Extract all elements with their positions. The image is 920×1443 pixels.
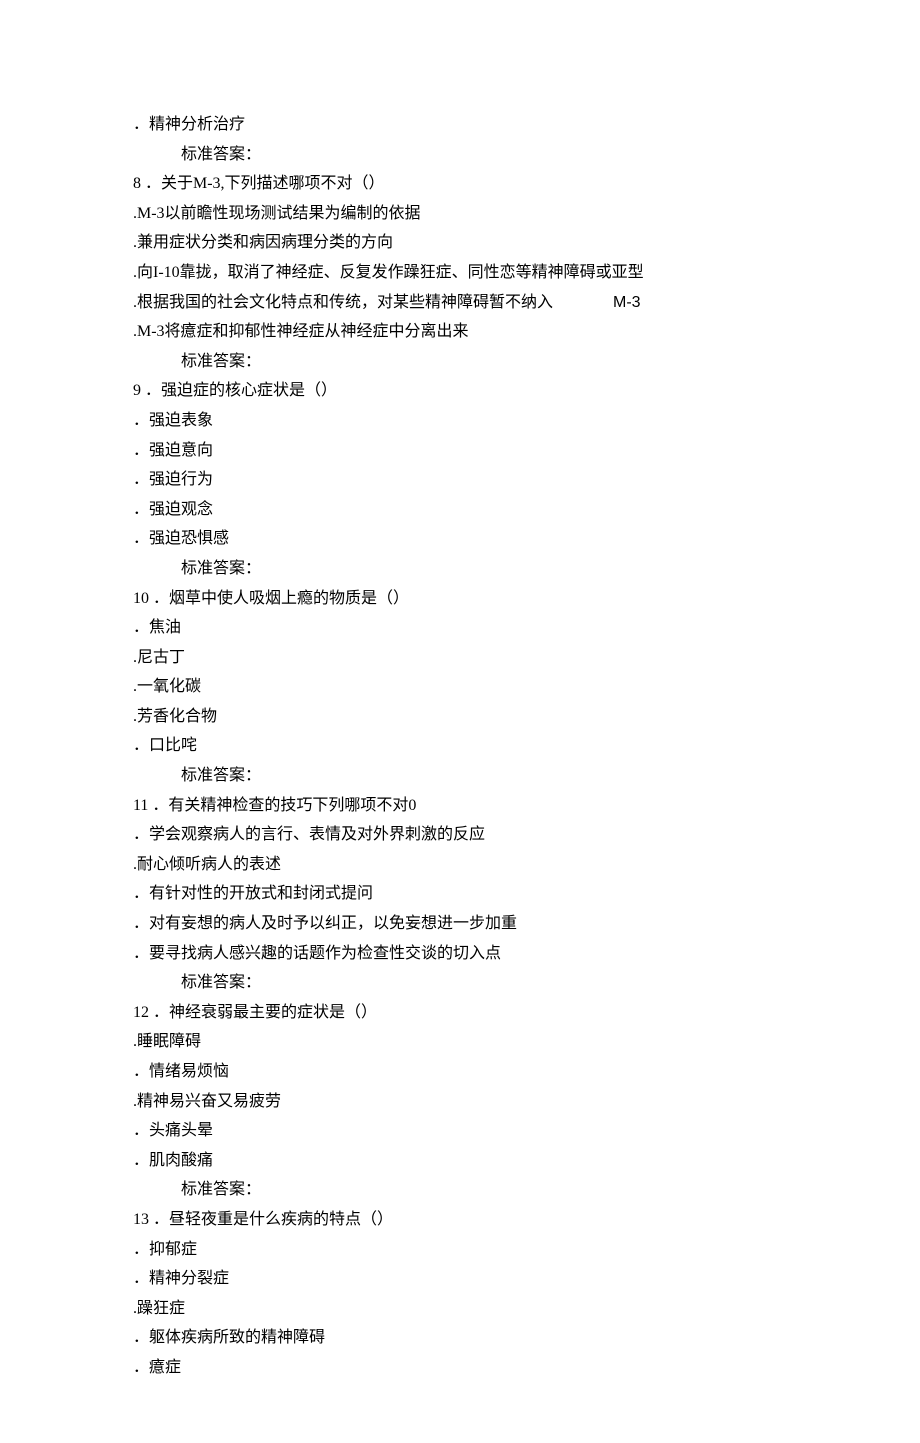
line-text: ．学会观察病人的言行、表情及对外界刺激的反应 bbox=[133, 826, 485, 843]
text-line: .睡眠障碍 bbox=[133, 1027, 795, 1057]
line-text: ．头痛头晕 bbox=[133, 1122, 213, 1139]
text-line: 标准答案： bbox=[133, 968, 795, 998]
line-text: ．强迫恐惧感 bbox=[133, 530, 229, 547]
text-line: ．精神分析治疗 bbox=[133, 110, 795, 140]
line-text: .向I-10靠拢，取消了神经症、反复发作躁狂症、同性恋等精神障碍或亚型 bbox=[133, 264, 644, 281]
line-text: .M-3以前瞻性现场测试结果为编制的依据 bbox=[133, 205, 421, 222]
text-line: .向I-10靠拢，取消了神经症、反复发作躁狂症、同性恋等精神障碍或亚型 bbox=[133, 258, 795, 288]
text-line: ．肌肉酸痛 bbox=[133, 1146, 795, 1176]
line-text: ．要寻找病人感兴趣的话题作为检查性交谈的切入点 bbox=[133, 945, 501, 962]
text-line: 8 ．关于M-3,下列描述哪项不对（） bbox=[133, 169, 795, 199]
text-line: .躁狂症 bbox=[133, 1294, 795, 1324]
text-line: .根据我国的社会文化特点和传统，对某些精神障碍暂不纳入 M-3 bbox=[133, 288, 795, 318]
line-text: ．情绪易烦恼 bbox=[133, 1063, 229, 1080]
text-line: ．焦油 bbox=[133, 613, 795, 643]
line-right-text: M-3 bbox=[613, 288, 641, 318]
line-text: 标准答案： bbox=[181, 353, 261, 370]
text-line: ．强迫恐惧感 bbox=[133, 524, 795, 554]
line-text: .M-3将癔症和抑郁性神经症从神经症中分离出来 bbox=[133, 323, 469, 340]
text-line: ．抑郁症 bbox=[133, 1235, 795, 1265]
text-line: 标准答案： bbox=[133, 761, 795, 791]
text-line: ．情绪易烦恼 bbox=[133, 1057, 795, 1087]
line-text: ．强迫表象 bbox=[133, 412, 213, 429]
text-line: .兼用症状分类和病因病理分类的方向 bbox=[133, 228, 795, 258]
line-text: .耐心倾听病人的表述 bbox=[133, 856, 281, 873]
text-line: .M-3以前瞻性现场测试结果为编制的依据 bbox=[133, 199, 795, 229]
text-line: .M-3将癔症和抑郁性神经症从神经症中分离出来 bbox=[133, 317, 795, 347]
line-text: .根据我国的社会文化特点和传统，对某些精神障碍暂不纳入 bbox=[133, 294, 553, 311]
line-text: ．对有妄想的病人及时予以纠正，以免妄想进一步加重 bbox=[133, 915, 517, 932]
line-text: 标准答案： bbox=[181, 974, 261, 991]
text-line: .一氧化碳 bbox=[133, 672, 795, 702]
line-text: ．口比咤 bbox=[133, 737, 197, 754]
line-text: ．癔症 bbox=[133, 1359, 181, 1376]
text-line: 11 ．有关精神检查的技巧下列哪项不对0 bbox=[133, 791, 795, 821]
text-line: ．躯体疾病所致的精神障碍 bbox=[133, 1323, 795, 1353]
text-line: ．有针对性的开放式和封闭式提问 bbox=[133, 879, 795, 909]
line-text: 9 ．强迫症的核心症状是（） bbox=[133, 382, 337, 399]
text-line: ．精神分裂症 bbox=[133, 1264, 795, 1294]
line-text: ．有针对性的开放式和封闭式提问 bbox=[133, 885, 373, 902]
line-text: .躁狂症 bbox=[133, 1300, 185, 1317]
line-text: .睡眠障碍 bbox=[133, 1033, 201, 1050]
line-text: 8 ．关于M-3,下列描述哪项不对（） bbox=[133, 175, 385, 192]
line-text: ．抑郁症 bbox=[133, 1241, 197, 1258]
line-text: ．强迫行为 bbox=[133, 471, 213, 488]
line-text: .芳香化合物 bbox=[133, 708, 217, 725]
text-line: .芳香化合物 bbox=[133, 702, 795, 732]
text-line: 标准答案： bbox=[133, 347, 795, 377]
text-line: ．要寻找病人感兴趣的话题作为检查性交谈的切入点 bbox=[133, 939, 795, 969]
text-line: ．口比咤 bbox=[133, 731, 795, 761]
text-line: .尼古丁 bbox=[133, 643, 795, 673]
line-text: ．强迫观念 bbox=[133, 501, 213, 518]
text-line: ．头痛头晕 bbox=[133, 1116, 795, 1146]
line-text: 标准答案： bbox=[181, 560, 261, 577]
document-body: ．精神分析治疗标准答案： 8 ．关于M-3,下列描述哪项不对（） .M-3以前瞻性现… bbox=[133, 110, 795, 1383]
line-text: ．强迫意向 bbox=[133, 442, 213, 459]
line-text: 10 ．烟草中使人吸烟上瘾的物质是（） bbox=[133, 590, 409, 607]
line-text: .尼古丁 bbox=[133, 649, 185, 666]
line-text: .精神易兴奋又易疲劳 bbox=[133, 1093, 281, 1110]
line-text: ．精神分裂症 bbox=[133, 1270, 229, 1287]
line-text: 13 ．昼轻夜重是什么疾病的特点（） bbox=[133, 1211, 393, 1228]
text-line: 13 ．昼轻夜重是什么疾病的特点（） bbox=[133, 1205, 795, 1235]
text-line: 9 ．强迫症的核心症状是（） bbox=[133, 376, 795, 406]
line-text: ．焦油 bbox=[133, 619, 181, 636]
text-line: 标准答案： bbox=[133, 554, 795, 584]
text-line: 10 ．烟草中使人吸烟上瘾的物质是（） bbox=[133, 584, 795, 614]
line-text: .一氧化碳 bbox=[133, 678, 201, 695]
text-line: ．癔症 bbox=[133, 1353, 795, 1383]
line-text: 标准答案： bbox=[181, 767, 261, 784]
line-text: ．躯体疾病所致的精神障碍 bbox=[133, 1329, 325, 1346]
text-line: 标准答案： bbox=[133, 1175, 795, 1205]
line-text: 标准答案： bbox=[181, 146, 261, 163]
text-line: 标准答案： bbox=[133, 140, 795, 170]
text-line: ．强迫行为 bbox=[133, 465, 795, 495]
line-text: ．精神分析治疗 bbox=[133, 116, 245, 133]
text-line: .精神易兴奋又易疲劳 bbox=[133, 1087, 795, 1117]
text-line: .耐心倾听病人的表述 bbox=[133, 850, 795, 880]
line-text: 12 ．神经衰弱最主要的症状是（） bbox=[133, 1004, 377, 1021]
text-line: 12 ．神经衰弱最主要的症状是（） bbox=[133, 998, 795, 1028]
text-line: ．强迫观念 bbox=[133, 495, 795, 525]
text-line: ．学会观察病人的言行、表情及对外界刺激的反应 bbox=[133, 820, 795, 850]
text-line: ．对有妄想的病人及时予以纠正，以免妄想进一步加重 bbox=[133, 909, 795, 939]
text-line: ．强迫表象 bbox=[133, 406, 795, 436]
line-text: ．肌肉酸痛 bbox=[133, 1152, 213, 1169]
text-line: ．强迫意向 bbox=[133, 436, 795, 466]
line-text: 11 ．有关精神检查的技巧下列哪项不对0 bbox=[133, 797, 416, 814]
line-text: .兼用症状分类和病因病理分类的方向 bbox=[133, 234, 393, 251]
line-text: 标准答案： bbox=[181, 1181, 261, 1198]
